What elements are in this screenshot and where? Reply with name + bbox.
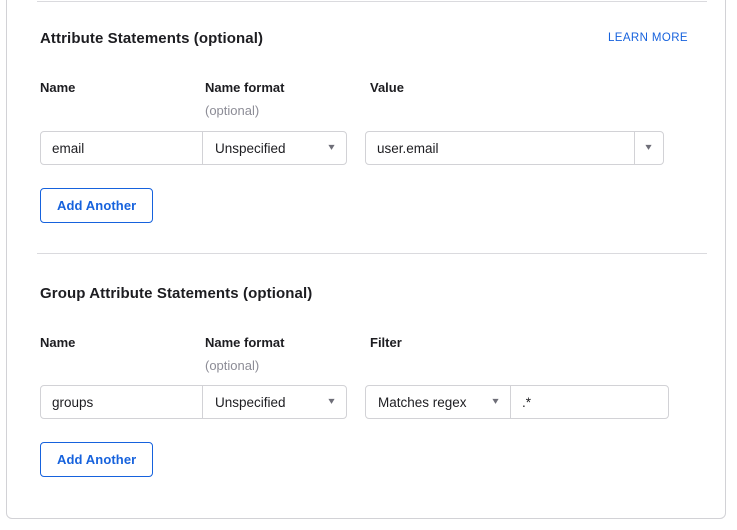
column-label-name-format: Name format: [205, 80, 284, 95]
group-attribute-name-input[interactable]: [40, 385, 203, 419]
attribute-name-format-select[interactable]: Unspecified ▾: [202, 131, 347, 165]
attribute-statements-title: Attribute Statements (optional): [40, 30, 263, 47]
attribute-value-expression-picker-button[interactable]: ▾: [634, 131, 664, 165]
add-another-group-attribute-button[interactable]: Add Another: [40, 442, 153, 477]
group-filter-value-input[interactable]: [510, 385, 669, 419]
section-divider: [37, 1, 707, 2]
attribute-value-input[interactable]: [365, 131, 635, 165]
group-attribute-name-format-select[interactable]: Unspecified ▾: [202, 385, 347, 419]
group-filter-type-value: Matches regex: [378, 395, 467, 410]
section-divider: [37, 253, 707, 254]
column-note-optional: (optional): [205, 358, 259, 373]
column-note-optional: (optional): [205, 103, 259, 118]
caret-down-icon: ▾: [328, 397, 334, 407]
caret-down-icon: ▾: [646, 143, 652, 153]
add-another-attribute-button[interactable]: Add Another: [40, 188, 153, 223]
group-attribute-name-format-value: Unspecified: [215, 395, 286, 410]
column-label-name: Name: [40, 335, 75, 350]
learn-more-link[interactable]: LEARN MORE: [608, 32, 688, 44]
column-label-name-format: Name format: [205, 335, 284, 350]
column-label-filter: Filter: [370, 335, 402, 350]
column-label-name: Name: [40, 80, 75, 95]
attribute-name-input[interactable]: [40, 131, 203, 165]
column-label-value: Value: [370, 80, 404, 95]
caret-down-icon: ▾: [328, 143, 334, 153]
group-filter-type-select[interactable]: Matches regex ▾: [365, 385, 511, 419]
saml-settings-card: Attribute Statements (optional) LEARN MO…: [6, 0, 726, 519]
attribute-name-format-value: Unspecified: [215, 141, 286, 156]
caret-down-icon: ▾: [492, 397, 498, 407]
group-attribute-statements-title: Group Attribute Statements (optional): [40, 285, 312, 302]
